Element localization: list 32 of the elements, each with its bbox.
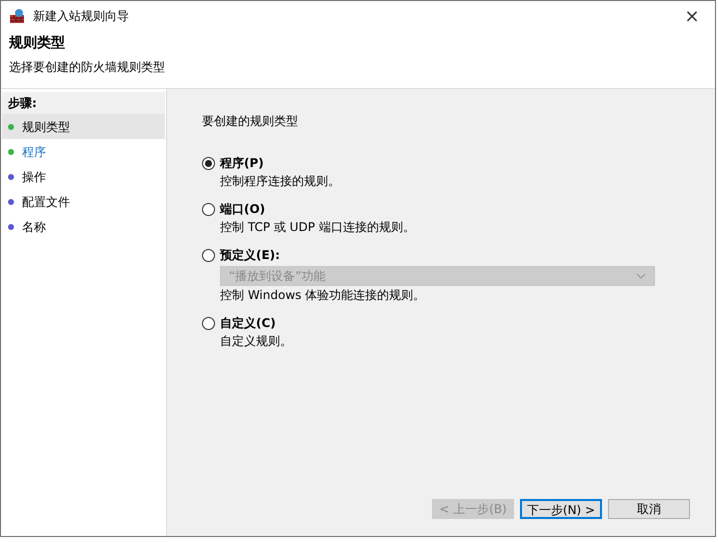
step-item[interactable]: 名称: [2, 214, 165, 239]
steps-heading: 步骤:: [2, 92, 165, 114]
step-label: 规则类型: [22, 118, 70, 136]
option-description: 自定义规则。: [220, 333, 293, 350]
close-button[interactable]: ×: [677, 2, 707, 30]
firewall-icon: [9, 8, 25, 24]
step-item[interactable]: 规则类型: [2, 114, 165, 139]
option-description: 控制 TCP 或 UDP 端口连接的规则。: [220, 219, 416, 236]
step-item[interactable]: 程序: [2, 139, 165, 164]
radio-button[interactable]: [202, 202, 215, 216]
option-label[interactable]: 端口(O): [220, 200, 266, 218]
step-label: 配置文件: [22, 194, 70, 210]
chevron-down-icon: [636, 273, 646, 279]
step-item[interactable]: 操作: [2, 164, 165, 189]
step-label: 操作: [22, 168, 46, 186]
window-title: 新建入站规则向导: [33, 8, 130, 25]
option-description: 控制程序连接的规则。: [220, 173, 341, 190]
option-label[interactable]: 预定义(E):: [220, 246, 280, 264]
step-item[interactable]: 配置文件: [2, 189, 165, 214]
radio-button[interactable]: [202, 248, 215, 262]
option-label[interactable]: 自定义(C): [220, 314, 276, 332]
radio-button[interactable]: [202, 316, 215, 330]
wizard-button[interactable]: 取消: [608, 499, 690, 519]
wizard-button[interactable]: 下一步(N) >: [520, 499, 602, 519]
option-label[interactable]: 程序(P): [220, 154, 264, 172]
option-description: 控制 Windows 体验功能连接的规则。: [220, 287, 426, 304]
step-label: 名称: [22, 218, 46, 236]
prompt-label: 要创建的规则类型: [202, 113, 299, 130]
step-label: 程序: [22, 144, 46, 160]
page-subtitle: 选择要创建的防火墙规则类型: [9, 59, 166, 76]
page-heading: 规则类型: [9, 34, 66, 53]
radio-button[interactable]: [202, 156, 215, 170]
